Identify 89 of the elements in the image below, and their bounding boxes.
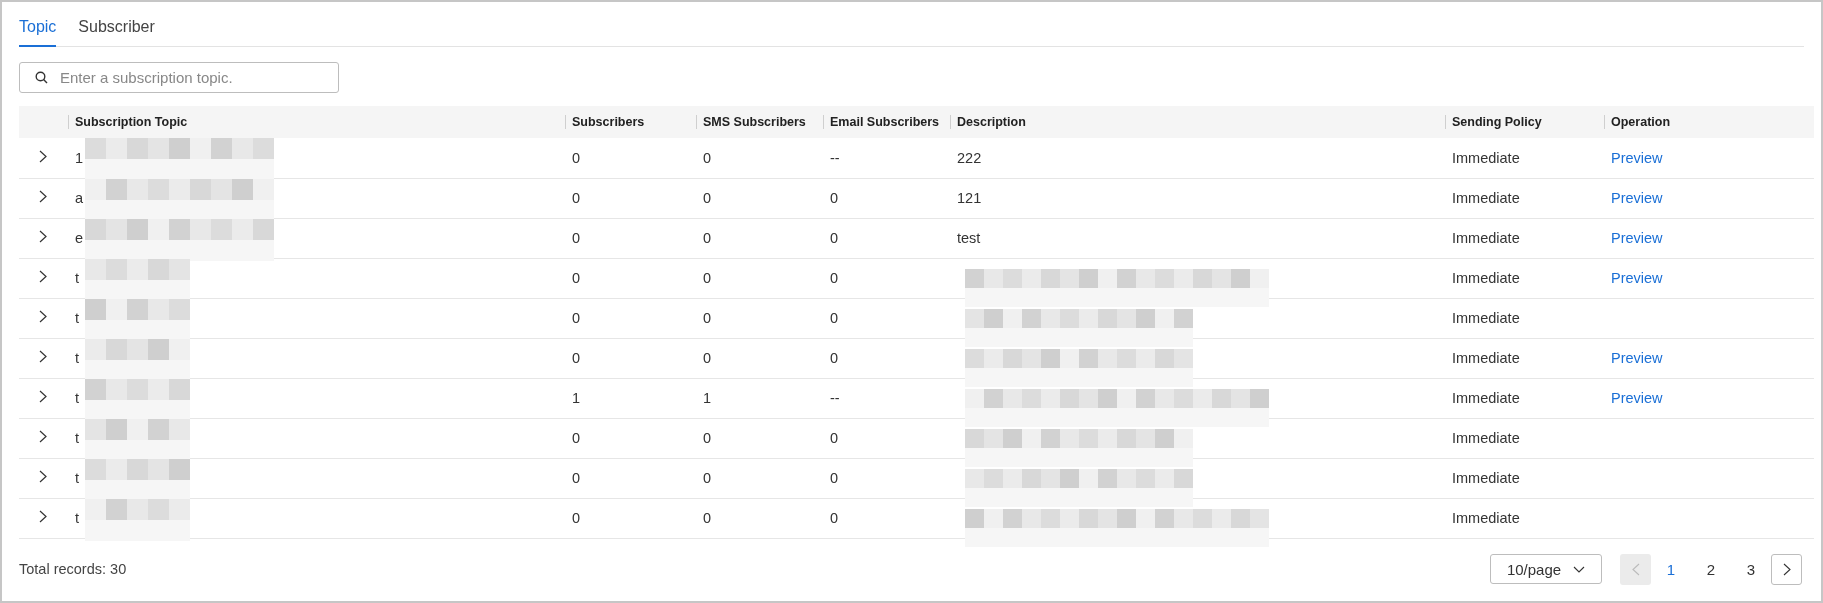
table-cell: t xyxy=(75,310,80,326)
table-cell: 0 xyxy=(572,270,581,286)
expand-chevron-icon[interactable] xyxy=(39,470,47,483)
chevron-left-icon xyxy=(1631,562,1640,576)
table-cell: Immediate xyxy=(1452,270,1520,286)
table-cell: 0 xyxy=(703,270,712,286)
table-cell: 0 xyxy=(703,430,712,446)
table-cell: Immediate xyxy=(1452,390,1520,406)
table-cell: 0 xyxy=(703,310,712,326)
table-cell: 1 xyxy=(703,390,712,406)
table-cell: 0 xyxy=(830,270,839,286)
column-header: SMS Subscribers xyxy=(703,115,806,129)
tab[interactable]: Subscriber xyxy=(78,12,155,45)
search-icon xyxy=(35,71,48,84)
column-header: Operation xyxy=(1611,115,1671,129)
column-header: Subscription Topic xyxy=(75,115,188,129)
table-cell: t xyxy=(75,390,80,406)
search-field[interactable]: Enter a subscription topic. xyxy=(19,62,339,93)
preview-link[interactable]: Preview xyxy=(1611,230,1663,246)
page-size-dropdown[interactable]: 10/page xyxy=(1490,554,1602,584)
page-number[interactable]: 3 xyxy=(1731,560,1771,578)
preview-link[interactable]: Preview xyxy=(1611,270,1663,286)
table-cell: 0 xyxy=(703,350,712,366)
page-number[interactable]: 1 xyxy=(1651,560,1691,578)
table-cell: t xyxy=(75,270,80,286)
table-cell: Immediate xyxy=(1452,470,1520,486)
table-cell: -- xyxy=(830,149,840,166)
expand-chevron-icon[interactable] xyxy=(39,310,47,323)
table-cell: 0 xyxy=(830,350,839,366)
preview-link[interactable]: Preview xyxy=(1611,149,1663,166)
chevron-right-icon xyxy=(1782,562,1791,576)
table-cell: 0 xyxy=(572,510,581,526)
table-cell: t xyxy=(75,510,80,526)
table-cell: t xyxy=(75,470,80,486)
table-cell: 0 xyxy=(703,190,712,206)
table-cell: 0 xyxy=(572,430,581,446)
table-cell: 0 xyxy=(572,190,581,206)
expand-chevron-icon[interactable] xyxy=(39,190,47,203)
table-cell: t xyxy=(75,430,80,446)
table-cell: Immediate xyxy=(1452,230,1520,246)
column-header: Sending Policy xyxy=(1452,115,1542,129)
table-cell: 0 xyxy=(830,510,839,526)
expand-chevron-icon[interactable] xyxy=(39,230,47,243)
table-cell: t xyxy=(75,350,80,366)
table-cell: 0 xyxy=(572,149,581,166)
table-cell: 0 xyxy=(830,190,839,206)
column-header: Description xyxy=(957,115,1026,129)
expand-chevron-icon[interactable] xyxy=(39,510,47,523)
table-cell: Immediate xyxy=(1452,310,1520,326)
column-header: Email Subscribers xyxy=(830,115,940,129)
table-cell: 1 xyxy=(572,390,581,406)
table-cell: 0 xyxy=(830,230,839,246)
table-cell: Immediate xyxy=(1452,149,1520,166)
caret-icon xyxy=(1573,565,1586,573)
table-cell: 121 xyxy=(957,190,982,206)
table-cell: 0 xyxy=(703,470,712,486)
expand-chevron-icon[interactable] xyxy=(39,350,47,363)
table-cell: Immediate xyxy=(1452,350,1520,366)
table-cell: 0 xyxy=(703,149,712,166)
expand-chevron-icon[interactable] xyxy=(39,390,47,403)
table-cell: e xyxy=(75,230,84,246)
table-cell: 0 xyxy=(572,350,581,366)
preview-link[interactable]: Preview xyxy=(1611,390,1663,406)
preview-link[interactable]: Preview xyxy=(1611,190,1663,206)
table-cell: Immediate xyxy=(1452,190,1520,206)
table-cell: 0 xyxy=(830,430,839,446)
total-records: Total records: 30 xyxy=(19,561,127,577)
table-cell: Immediate xyxy=(1452,430,1520,446)
table-cell: 0 xyxy=(830,310,839,326)
column-header: Subscribers xyxy=(572,115,645,129)
table-cell: 0 xyxy=(703,510,712,526)
table-cell: Immediate xyxy=(1452,510,1520,526)
table-cell: 1 xyxy=(75,149,84,166)
expand-chevron-icon[interactable] xyxy=(39,270,47,283)
table-cell: 0 xyxy=(572,230,581,246)
table-cell: a xyxy=(75,190,84,206)
table-cell: 0 xyxy=(703,230,712,246)
table-cell: 0 xyxy=(572,470,581,486)
table-cell: test xyxy=(957,230,981,246)
next-page-button[interactable] xyxy=(1771,553,1802,585)
expand-chevron-icon[interactable] xyxy=(39,149,47,163)
table-cell: 0 xyxy=(572,310,581,326)
table-cell: 222 xyxy=(957,149,982,166)
preview-link[interactable]: Preview xyxy=(1611,350,1663,366)
expand-chevron-icon[interactable] xyxy=(39,430,47,443)
tab[interactable]: Topic xyxy=(19,12,57,47)
page-number[interactable]: 2 xyxy=(1691,560,1731,578)
table-cell: -- xyxy=(830,390,840,406)
table-cell: 0 xyxy=(830,470,839,486)
